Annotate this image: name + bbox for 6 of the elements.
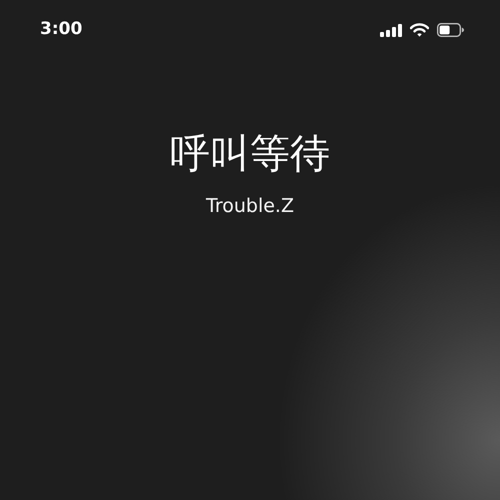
battery-icon [437, 23, 464, 37]
wifi-icon [410, 23, 429, 37]
call-status: 呼叫等待 [170, 132, 330, 176]
status-time: 3:00 [40, 18, 82, 42]
signal-icon [380, 24, 402, 36]
caller-name: Trouble.Z [206, 194, 294, 219]
